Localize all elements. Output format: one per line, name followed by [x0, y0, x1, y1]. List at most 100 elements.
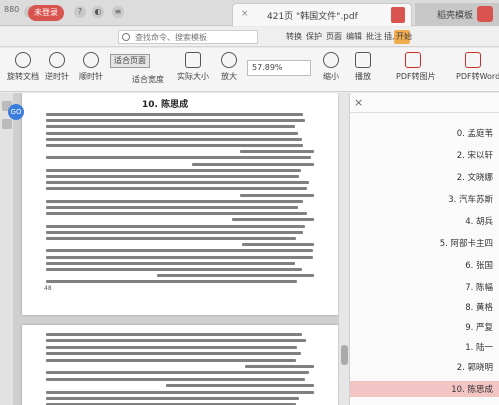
actual-size-label: 实际大小 — [177, 72, 209, 81]
close-icon[interactable]: × — [354, 96, 363, 109]
text-line — [46, 199, 303, 203]
scrollbar-thumb[interactable] — [341, 345, 348, 365]
text-line — [46, 371, 309, 375]
bookmark-item[interactable]: 7. 陈幅 — [465, 281, 493, 293]
bookmark-item[interactable]: 2. 郭晓明 — [457, 361, 493, 373]
menu-comment[interactable]: 批注 — [366, 31, 382, 42]
menu-icon[interactable]: ≡ — [112, 6, 124, 18]
clockwise-button[interactable]: 顺时针 — [74, 52, 108, 88]
fit-width-button[interactable]: 适合宽度 — [132, 74, 164, 88]
text-line — [242, 243, 314, 247]
text-line — [240, 150, 314, 154]
rotate-document-label: 旋转文档 — [7, 72, 39, 81]
text-line — [46, 156, 311, 160]
tab-close-icon[interactable]: × — [241, 9, 249, 19]
document-view[interactable]: 10. 陈思成 48 — [14, 93, 338, 405]
page-number: 48 — [44, 285, 52, 292]
play-button[interactable]: 播放 — [346, 52, 380, 88]
pdf-to-image-button[interactable]: PDF转图片 — [396, 52, 436, 88]
text-line — [46, 339, 306, 343]
menu-convert[interactable]: 转换 — [286, 31, 302, 42]
login-pill[interactable]: 未登录 — [28, 5, 64, 21]
document-page-next — [22, 325, 338, 405]
fit-page-button[interactable]: 适合页面 — [110, 54, 150, 68]
bookmark-icon[interactable] — [2, 119, 12, 129]
bookmark-item[interactable]: 1. 陆一 — [465, 341, 493, 353]
text-line — [240, 193, 314, 197]
pdf-to-word-label: PDF转Word — [456, 72, 499, 81]
vertical-scrollbar[interactable] — [338, 93, 350, 405]
document-tab-title: 421页 "韩国文件".pdf — [267, 12, 358, 22]
zoom-out-button[interactable]: 缩小 — [314, 52, 348, 88]
text-line — [46, 168, 301, 172]
document-page: 10. 陈思成 48 — [22, 93, 338, 315]
left-panel-strip — [0, 93, 14, 405]
search-icon — [122, 33, 130, 41]
pdf-icon — [391, 7, 405, 23]
bookmark-item[interactable]: 4. 胡兵 — [465, 215, 493, 227]
zoom-in-button[interactable]: 放大 — [212, 52, 246, 88]
bookmark-item[interactable]: 5. 阿部卡主四 — [440, 237, 493, 249]
bookmark-item-selected[interactable]: 10. 陈思成 — [451, 383, 493, 395]
text-line — [166, 384, 314, 388]
zoom-in-icon — [221, 52, 237, 68]
zoom-in-label: 放大 — [221, 72, 237, 81]
text-line — [232, 218, 314, 222]
skin-icon[interactable]: ◐ — [92, 6, 104, 18]
app-tab-title: 稻壳模板 — [436, 11, 473, 21]
text-line — [46, 230, 303, 234]
text-line — [46, 352, 301, 356]
rotate-icon — [15, 52, 31, 68]
text-line — [46, 119, 305, 123]
title-bar: 880 ‹ 未登录 ? ◐ ≡ × 421页 "韩国文件".pdf 稻壳模板 — [0, 0, 499, 26]
zoom-input[interactable]: 57.89% — [247, 60, 311, 76]
text-line — [46, 144, 303, 147]
pdf-to-image-icon — [405, 52, 421, 68]
play-icon — [355, 52, 371, 68]
bookmark-item[interactable]: 0. 孟庭苇 — [457, 127, 493, 139]
command-search[interactable]: 查找命令、搜索模板 — [118, 30, 258, 44]
text-line — [46, 249, 313, 253]
toolbar: 旋转文档 逆时针 顺时针 适合页面 适合宽度 实际大小 放大 57.89% 缩小… — [0, 48, 499, 92]
bookmark-item[interactable]: 6. 张国 — [465, 259, 493, 271]
counterclockwise-label: 逆时针 — [45, 72, 69, 81]
menu-bar: 查找命令、搜索模板 转换 保护 页面 编辑 批注 插入 开始 — [0, 27, 499, 47]
text-line — [192, 162, 314, 166]
page-title: 10. 陈思成 — [142, 100, 189, 110]
menu-page[interactable]: 页面 — [326, 31, 342, 42]
menu-start[interactable]: 开始 — [396, 31, 412, 42]
bookmark-item[interactable]: 3. 汽车苏斯 — [448, 193, 493, 205]
pdf-to-word-button[interactable]: PDF转Word — [456, 52, 499, 88]
app-tab[interactable]: 稻壳模板 — [415, 3, 499, 26]
text-line — [46, 268, 302, 271]
document-tab[interactable]: × 421页 "韩国文件".pdf — [232, 3, 412, 26]
counterclockwise-button[interactable]: 逆时针 — [40, 52, 74, 88]
sidebar-header: × — [350, 93, 499, 113]
menu-protect[interactable]: 保护 — [306, 31, 322, 42]
text-line — [46, 255, 313, 259]
bookmark-item[interactable]: 2. 宋以轩 — [457, 149, 493, 161]
bookmark-item[interactable]: 8. 黄格 — [465, 301, 493, 313]
go-badge-icon[interactable]: GO — [8, 104, 24, 120]
bookmark-item[interactable]: 9. 严复 — [465, 321, 493, 333]
text-line — [46, 333, 302, 336]
rotate-left-icon — [49, 52, 65, 68]
text-line — [46, 131, 298, 135]
bookmark-item[interactable]: 2. 文晓娜 — [457, 171, 493, 183]
actual-size-icon — [185, 52, 201, 68]
text-line — [46, 358, 296, 362]
bookmark-sidebar: × 0. 孟庭苇 2. 宋以轩 2. 文晓娜 3. 汽车苏斯 4. 胡兵 5. … — [350, 93, 499, 405]
text-line — [46, 181, 309, 185]
text-line — [157, 274, 314, 278]
pdf-to-image-label: PDF转图片 — [396, 72, 436, 81]
rotate-document-button[interactable]: 旋转文档 — [6, 52, 40, 88]
menu-edit[interactable]: 编辑 — [346, 31, 362, 42]
help-icon[interactable]: ? — [74, 6, 86, 18]
text-line — [46, 261, 295, 265]
text-line — [46, 137, 302, 141]
rotate-right-icon — [83, 52, 99, 68]
command-search-text: 查找命令、搜索模板 — [135, 33, 207, 42]
text-line — [245, 365, 314, 368]
text-line — [46, 237, 296, 240]
actual-size-button[interactable]: 实际大小 — [176, 52, 210, 88]
